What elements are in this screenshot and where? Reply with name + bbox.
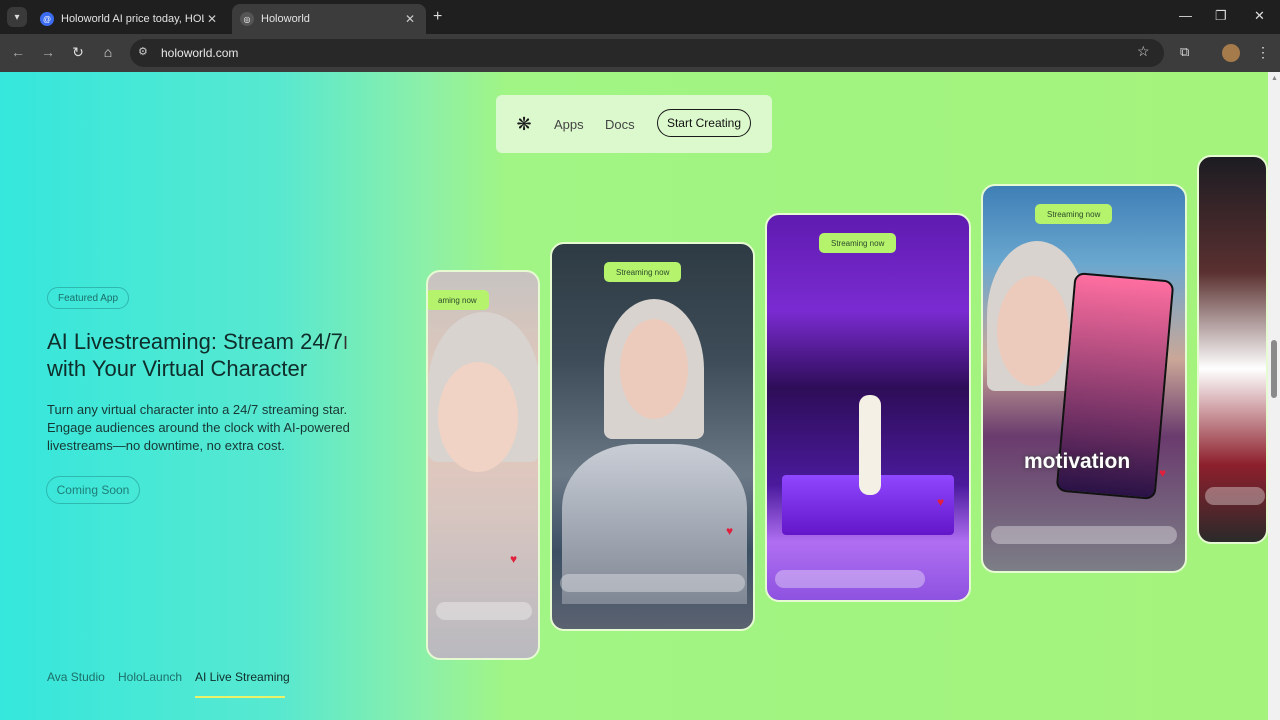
hero-headline: AI Livestreaming: Stream 24/7 with Your … <box>47 329 343 381</box>
character-face <box>620 319 688 419</box>
active-tab-underline <box>195 696 285 698</box>
coming-soon-button[interactable]: Coming Soon <box>46 476 140 504</box>
tab-ai-live-streaming[interactable]: AI Live Streaming <box>195 670 290 684</box>
url-text[interactable]: holoworld.com <box>161 46 238 60</box>
address-bar[interactable] <box>130 39 1164 67</box>
stream-card[interactable]: Streaming now ♥ <box>550 242 755 631</box>
stream-card[interactable]: aming now ♥ <box>426 270 540 660</box>
chat-bar <box>436 602 532 620</box>
heart-icon: ♥ <box>510 552 518 566</box>
streaming-chip: Streaming now <box>1035 204 1113 224</box>
chat-bar <box>1205 487 1265 505</box>
text-cursor-icon: I <box>343 333 349 353</box>
streaming-chip: Streaming now <box>819 233 897 253</box>
close-tab-icon[interactable]: ✕ <box>204 12 220 26</box>
stream-caption: motivation <box>1024 450 1131 473</box>
stream-card[interactable]: Streaming now ♥ <box>981 184 1187 573</box>
extensions-icon[interactable]: ⧉ <box>1180 44 1189 60</box>
tab-title: Holoworld AI price today, HOLO <box>61 13 204 25</box>
tab-holoworld[interactable]: ◎ Holoworld ✕ <box>232 4 426 34</box>
streaming-chip: Streaming now <box>604 262 682 282</box>
profile-avatar[interactable] <box>1222 44 1240 62</box>
tab-holoworld-price[interactable]: @ Holoworld AI price today, HOLO ✕ <box>32 4 228 34</box>
tab-ava-studio[interactable]: Ava Studio <box>47 670 105 684</box>
coin-favicon-icon: @ <box>40 12 54 26</box>
new-tab-button[interactable]: + <box>433 8 442 26</box>
site-info-icon[interactable]: ⚙ <box>138 45 148 58</box>
close-window-icon[interactable]: ✕ <box>1254 8 1265 24</box>
character-face <box>438 362 518 472</box>
forward-icon[interactable]: → <box>39 44 57 60</box>
stream-card[interactable]: Streaming now ♥ <box>765 213 971 602</box>
tab-search-icon[interactable]: ▾ <box>7 7 27 27</box>
start-creating-button[interactable]: Start Creating <box>657 109 751 137</box>
heart-icon: ♥ <box>937 495 945 509</box>
home-icon[interactable]: ⌂ <box>99 44 117 60</box>
reload-icon[interactable]: ↻ <box>69 44 87 61</box>
tab-title: Holoworld <box>261 13 310 25</box>
hero-description: Turn any virtual character into a 24/7 s… <box>47 402 350 453</box>
chat-bar <box>991 526 1177 544</box>
scroll-up-icon[interactable]: ▲ <box>1271 75 1278 82</box>
back-icon[interactable]: ← <box>9 44 27 60</box>
chat-bar <box>560 574 745 592</box>
featured-app-badge: Featured App <box>47 287 130 309</box>
menu-kebab-icon[interactable]: ⋮ <box>1256 44 1270 61</box>
streaming-chip: aming now <box>428 290 489 310</box>
holoworld-logo-icon[interactable]: ❋ <box>514 114 534 134</box>
chat-bar <box>775 570 925 588</box>
character-face <box>997 276 1069 386</box>
scrollbar-thumb[interactable] <box>1271 340 1277 398</box>
nav-apps-link[interactable]: Apps <box>554 117 584 132</box>
nav-docs-link[interactable]: Docs <box>605 117 635 132</box>
character-figure <box>859 395 881 495</box>
heart-icon: ♥ <box>726 524 734 538</box>
heart-icon: ♥ <box>1159 466 1167 480</box>
restore-icon[interactable]: ❐ <box>1215 8 1227 24</box>
minimize-icon[interactable]: — <box>1179 8 1192 23</box>
globe-favicon-icon: ◎ <box>240 12 254 26</box>
bookmark-star-icon[interactable]: ☆ <box>1137 43 1150 60</box>
close-tab-icon[interactable]: ✕ <box>402 12 418 26</box>
stream-card[interactable] <box>1197 155 1268 544</box>
tab-hololaunch[interactable]: HoloLaunch <box>118 670 182 684</box>
